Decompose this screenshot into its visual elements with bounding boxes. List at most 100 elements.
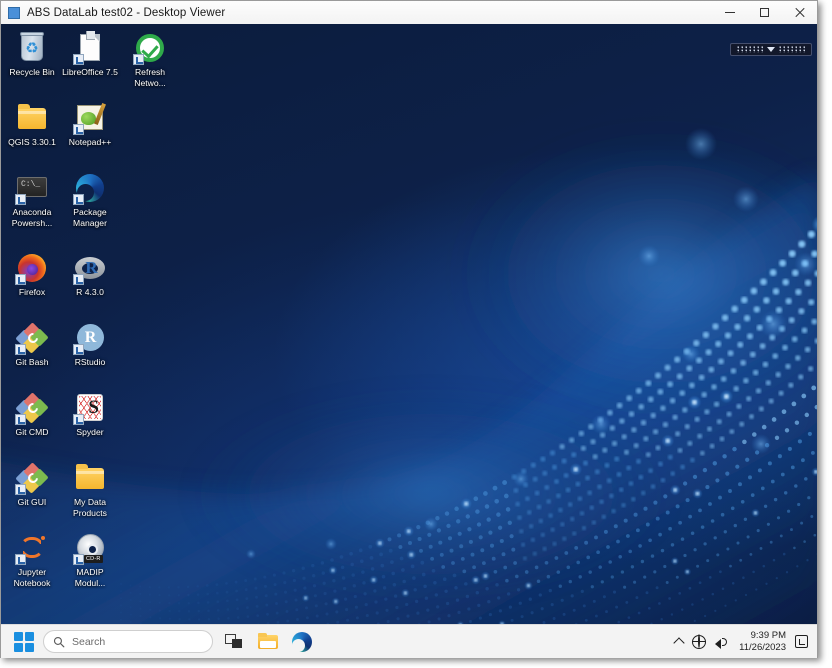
start-tile-1 [14,631,23,641]
desktop-icon-recycle-bin[interactable]: Recycle Bin [3,32,61,78]
madip-module-icon: CD-R [73,532,106,565]
shortcut-arrow-icon [73,54,84,65]
shortcut-arrow-icon [73,414,84,425]
desktop-icon-my-data-products[interactable]: My Data Products [61,462,119,518]
refresh-network-icon [133,32,166,65]
edge-browser-button[interactable] [289,629,315,655]
start-tile-2 [25,631,34,641]
git-bash-icon [15,322,49,355]
desktop-icon-r-language[interactable]: R R 4.3.0 [61,252,119,298]
desktop-icon-label: Git Bash [15,357,49,367]
chevron-down-icon[interactable] [767,47,775,52]
shortcut-arrow-icon [73,124,84,135]
clock[interactable]: 9:39 PM 11/26/2023 [739,630,786,654]
desktop-icon-libreoffice[interactable]: LibreOffice 7.5 [61,31,119,78]
desktop-icon-rstudio[interactable]: R RStudio [61,322,119,368]
window-title-bar[interactable]: ABS DataLab test02 - Desktop Viewer [1,1,817,25]
desktop-icon-jupyter-notebook[interactable]: Jupyter Notebook [3,532,61,588]
network-button[interactable] [691,634,707,649]
shortcut-arrow-icon [73,194,84,205]
desktop-icon-label: Firefox [18,287,46,297]
connection-bar-grip-right [779,46,805,53]
shortcut-arrow-icon [15,554,26,565]
task-view-icon [225,634,243,649]
search-placeholder: Search [72,635,106,648]
desktop-icon-label: Jupyter Notebook [13,567,51,588]
desktop-icon-firefox[interactable]: Firefox [3,252,61,298]
window-icon [8,6,20,19]
citrix-connection-bar[interactable] [730,43,812,56]
maximize-button[interactable] [747,1,782,24]
disc-type-badge: CD-R [84,555,103,563]
desktop-icon-qgis[interactable]: QGIS 3.30.1 [3,102,61,148]
volume-button[interactable] [715,635,730,649]
shortcut-arrow-icon [133,54,144,65]
shortcut-arrow-icon [15,414,26,425]
desktop-icon-label: Notepad++ [68,137,112,147]
notification-center-button[interactable] [795,635,808,648]
desktop-icon-label: MADIP Modul... [74,567,106,588]
desktop-icon-label: R 4.3.0 [76,287,104,297]
task-view-button[interactable] [221,629,247,655]
shortcut-arrow-icon [15,344,26,355]
taskbar-main-group: Search [13,629,315,655]
spyder-icon: S [73,392,106,425]
search-input[interactable]: Search [43,630,213,653]
window-controls [712,1,817,24]
remote-desktop-surface[interactable]: Recycle Bin QGIS 3.30.1 C:\_Anaconda Power… [1,24,817,658]
rstudio-icon: R [73,322,106,355]
start-tile-3 [14,642,23,652]
qgis-icon [16,102,48,134]
jupyter-notebook-icon [15,532,48,565]
show-hidden-icons-button[interactable] [673,636,685,649]
desktop-icon-git-gui[interactable]: Git GUI [3,462,61,508]
desktop-icon-label: LibreOffice 7.5 [62,67,118,77]
recycle-bin-icon [16,32,48,64]
desktop-icon-label: RStudio [74,357,106,367]
search-icon [53,636,65,647]
desktop-viewer-window: ABS DataLab test02 - Desktop Viewer ♻ Re… [0,0,818,658]
desktop-icon-label: My Data Products [73,497,107,518]
desktop-icon-label: Refresh Netwo... [134,67,166,88]
git-cmd-icon [15,392,49,425]
taskbar: Search 9:39 PM 11/26/2023 [1,624,817,658]
shortcut-arrow-icon [73,344,84,355]
start-button[interactable] [13,631,35,653]
shortcut-arrow-icon [15,484,26,495]
notification-center-icon [795,635,808,648]
desktop-icon-notepad-plus-plus[interactable]: Notepad++ [61,102,119,148]
desktop-icon-label: Package Manager [73,207,107,228]
package-manager-icon [73,172,106,205]
close-button[interactable] [782,1,817,24]
file-explorer-button[interactable] [255,629,281,655]
clock-time: 9:39 PM [750,629,786,641]
desktop-icon-refresh-network[interactable]: Refresh Netwo... [121,32,179,88]
desktop-icon-git-bash[interactable]: Git Bash [3,322,61,368]
chevron-up-icon [673,637,685,649]
network-icon [691,634,707,649]
shortcut-arrow-icon [15,194,26,205]
desktop-icon-spyder[interactable]: S Spyder [61,392,119,438]
desktop-icon-label: Git GUI [17,497,47,507]
shortcut-arrow-icon [73,274,84,285]
clock-date: 11/26/2023 [739,641,786,653]
minimize-button[interactable] [712,1,747,24]
connection-bar-grip-left [737,46,763,53]
window-title: ABS DataLab test02 - Desktop Viewer [27,6,226,19]
file-explorer-icon [257,633,279,650]
desktop-icon-git-cmd[interactable]: Git CMD [3,392,61,438]
desktop-icon-label: QGIS 3.30.1 [8,137,56,147]
volume-icon [715,635,730,649]
libreoffice-icon [73,31,106,65]
edge-icon [292,631,312,652]
desktop-icon-madip-module[interactable]: CD-R MADIP Modul... [61,532,119,588]
desktop-wallpaper [1,124,817,658]
shortcut-arrow-icon [15,274,26,285]
start-tile-4 [25,642,34,652]
desktop-icon-label: Spyder [76,427,104,437]
system-tray: 9:39 PM 11/26/2023 [673,630,817,654]
desktop-icon-anaconda-powershell[interactable]: C:\_ Anaconda Powersh... [3,172,61,228]
desktop-icon-label: Anaconda Powersh... [11,207,53,228]
desktop-icon-package-manager[interactable]: Package Manager [61,172,119,228]
anaconda-powershell-icon: C:\_ [15,172,48,205]
